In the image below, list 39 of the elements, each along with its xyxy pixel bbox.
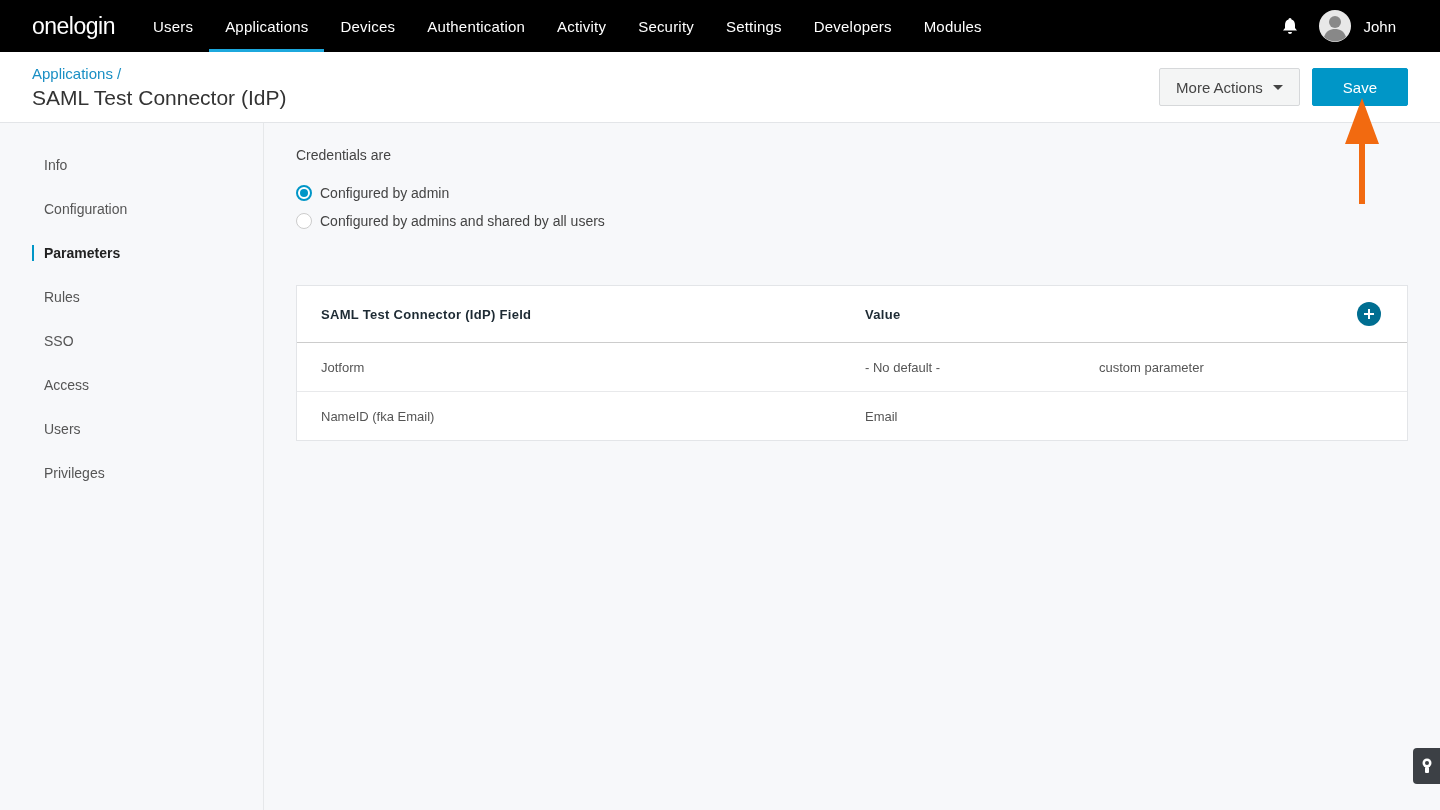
sidebar-item[interactable]: Configuration — [32, 187, 263, 231]
nav-tab[interactable]: Settings — [709, 0, 798, 52]
brand-logo[interactable]: onelogin — [32, 12, 115, 40]
caret-icon — [1272, 84, 1283, 90]
column-header: Value — [865, 306, 902, 322]
user-name[interactable]: John — [1363, 17, 1396, 35]
more-actions-button[interactable]: More Actions — [1159, 68, 1300, 106]
radio-button[interactable] — [296, 185, 312, 201]
sidebar-item[interactable]: Privileges — [32, 451, 263, 495]
nav-tab[interactable]: Devices — [324, 0, 412, 52]
nav-tab[interactable]: Activity — [541, 0, 623, 52]
breadcrumb-link[interactable]: Applications / — [32, 64, 287, 82]
page-title: SAML Test Connector (IdP) — [32, 85, 287, 110]
tip-button[interactable] — [1413, 748, 1440, 784]
table-cell-text: NameID (fka Email) — [321, 408, 436, 424]
table-cell-text: Jotform — [321, 359, 366, 375]
nav-tab[interactable]: Modules — [907, 0, 998, 52]
bell-icon[interactable] — [1283, 18, 1298, 34]
nav-tab[interactable]: Developers — [797, 0, 908, 52]
sidebar-item[interactable]: SSO — [32, 319, 263, 363]
avatar-icon[interactable] — [1319, 10, 1352, 42]
add-button[interactable] — [1357, 302, 1381, 326]
sidebar-item[interactable]: Users — [32, 407, 263, 451]
nav-tab[interactable]: Security — [622, 0, 710, 52]
nav-tab[interactable]: Users — [136, 0, 210, 52]
table-cell-text: custom parameter — [1099, 359, 1205, 375]
sidebar-item[interactable]: Rules — [32, 275, 263, 319]
nav-tab[interactable]: Authentication — [411, 0, 542, 52]
credentials-label: Credentials are — [296, 147, 392, 163]
table-cell-text: - No default - — [865, 359, 942, 375]
radio-option[interactable]: Configured by admin — [296, 179, 1408, 207]
radio-button[interactable] — [296, 213, 312, 229]
sidebar-item[interactable]: Info — [32, 143, 263, 187]
column-header: SAML Test Connector (IdP) Field — [321, 306, 533, 322]
plus-icon — [1364, 309, 1374, 319]
sidebar-item[interactable]: Access — [32, 363, 263, 407]
table-cell-text: Email — [865, 408, 899, 424]
lightbulb-icon — [1421, 758, 1432, 774]
radio-option[interactable]: Configured by admins and shared by all users — [296, 207, 1408, 235]
